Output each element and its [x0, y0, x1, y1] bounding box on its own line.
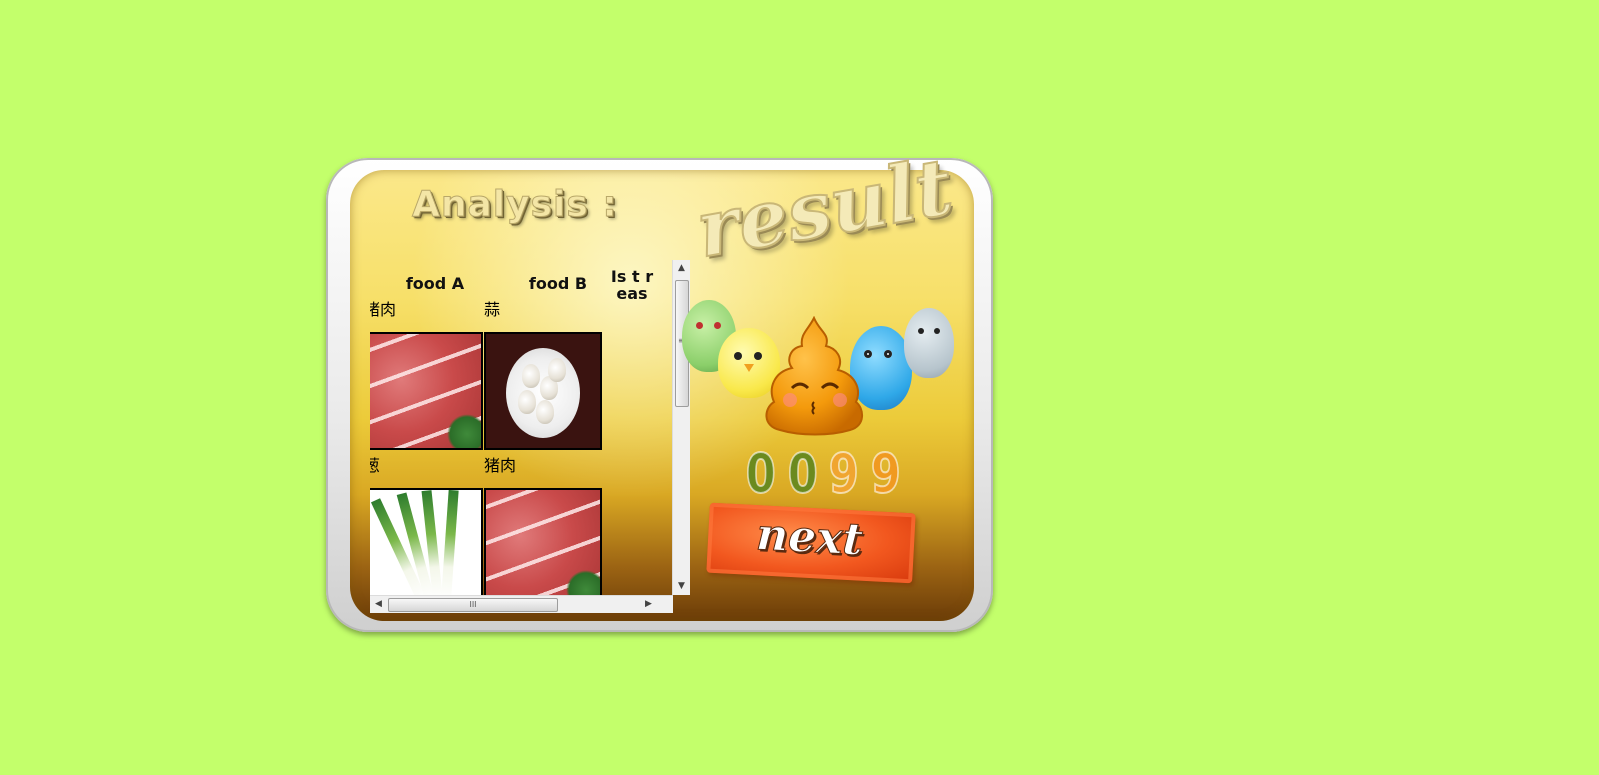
horizontal-scrollbar[interactable]: ◀ III ▶ — [370, 595, 673, 613]
row-1-food-b-label: 蒜 — [484, 300, 501, 319]
next-button-label: next — [755, 509, 865, 567]
horizontal-scroll-thumb[interactable]: III — [388, 598, 558, 612]
scroll-right-icon[interactable]: ▶ — [640, 596, 657, 613]
pork-image-2 — [484, 488, 602, 606]
score-display: 0 0 9 9 — [742, 441, 904, 506]
garlic-image — [484, 332, 602, 450]
analysis-title: Analysis : — [412, 184, 618, 226]
score-digit-3: 9 — [828, 441, 860, 506]
scroll-left-icon[interactable]: ◀ — [370, 596, 387, 613]
grey-bird-icon — [904, 308, 954, 378]
scallion-image — [370, 488, 483, 606]
scroll-up-icon[interactable]: ▲ — [673, 260, 690, 277]
analysis-table-viewport[interactable]: food A food B Is t reas 猪肉 蒜 葱 猪肉 — [370, 260, 670, 610]
header-food-a: food A — [405, 274, 465, 293]
row-2-food-b-label: 猪肉 — [484, 456, 517, 475]
pork-image — [370, 332, 483, 450]
score-digit-1: 0 — [745, 441, 777, 506]
score-digit-2: 0 — [787, 441, 819, 506]
header-food-b: food B — [528, 274, 588, 293]
scroll-down-icon[interactable]: ▼ — [673, 578, 690, 595]
poop-mascot-icon — [765, 316, 863, 436]
row-1-food-a-label: 猪肉 — [370, 300, 397, 319]
row-2-food-a-label: 葱 — [370, 456, 381, 475]
header-is-reasonable: Is t reas — [610, 267, 654, 303]
vertical-scrollbar[interactable]: ▲ ≡ ▼ — [672, 260, 690, 595]
score-digit-4: 9 — [870, 441, 902, 506]
next-button[interactable]: next — [706, 502, 916, 584]
